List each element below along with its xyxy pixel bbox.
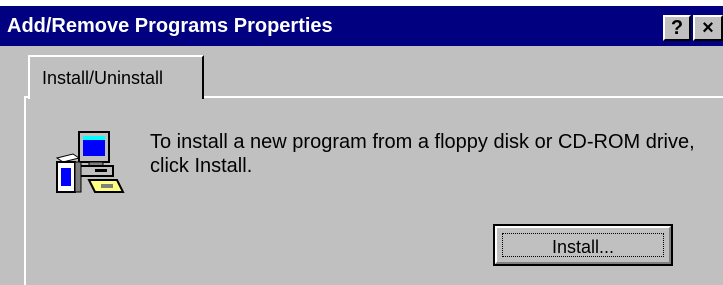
title-bar[interactable]: Add/Remove Programs Properties ? ×	[0, 6, 723, 46]
install-program-icon	[55, 131, 125, 193]
install-button[interactable]: Install...	[493, 224, 673, 266]
window-title: Add/Remove Programs Properties	[7, 15, 333, 37]
tab-install-uninstall[interactable]: Install/Uninstall	[28, 55, 204, 99]
install-button-bevel: Install...	[495, 226, 671, 264]
install-instructions: To install a new program from a floppy d…	[150, 131, 695, 177]
tab-label: Install/Uninstall	[42, 68, 164, 88]
help-button[interactable]: ?	[663, 15, 691, 41]
close-button[interactable]: ×	[693, 15, 723, 41]
install-button-label: Install...	[551, 237, 615, 257]
page: Add/Remove Programs Properties ? × Insta…	[0, 0, 723, 285]
